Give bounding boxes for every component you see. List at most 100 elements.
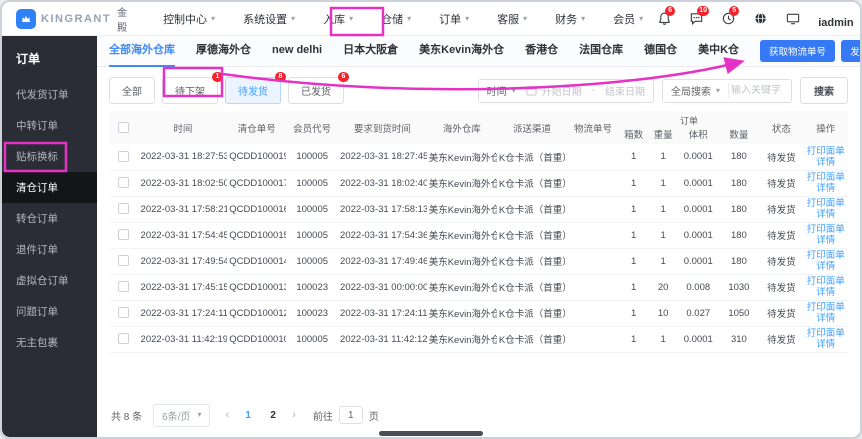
warehouse-tab[interactable]: 美中K仓 — [698, 36, 739, 67]
col-header-status: 状态 — [759, 111, 804, 144]
sidebar-item[interactable]: 中转订单 — [2, 110, 97, 141]
clock-icon[interactable]: 5 — [721, 6, 740, 26]
warehouse-tab[interactable]: 法国仓库 — [579, 36, 623, 67]
cell-weight: 1 — [648, 170, 678, 197]
action-link[interactable]: 打印面单 — [806, 328, 846, 339]
warehouse-tab[interactable]: new delhi — [272, 36, 322, 67]
action-link[interactable]: 打印面单 — [806, 276, 846, 287]
cell-status: 待发货 — [759, 144, 804, 171]
chat-icon[interactable]: 10 — [689, 6, 709, 26]
topnav-menu-item[interactable]: 系统设置 ▾ — [243, 11, 295, 27]
warehouse-tab[interactable]: 厚德海外仓 — [196, 36, 251, 67]
globe-icon[interactable] — [753, 11, 768, 26]
row-checkbox[interactable] — [118, 281, 130, 293]
cell-actions: 打印面单 详情 — [803, 300, 848, 327]
time-type-select[interactable]: 时间 ▾ — [479, 83, 524, 98]
date-range-picker[interactable]: 开始日期 - 结束日期 — [524, 83, 653, 98]
action-link[interactable]: 打印面单 — [806, 302, 846, 313]
page-number[interactable]: 2 — [267, 410, 279, 421]
brand-name: KINGRANT — [41, 12, 112, 25]
col-header-tracking: 物流单号 — [567, 111, 619, 144]
sidebar-item[interactable]: 问题订单 — [2, 296, 97, 327]
action-link[interactable]: 详情 — [806, 287, 846, 298]
topnav-menu-label: 订单 — [439, 13, 462, 26]
sidebar-item[interactable]: 无主包裹 — [2, 327, 97, 358]
row-checkbox[interactable] — [118, 333, 130, 345]
warehouse-tabbar: 全部海外仓库 厚德海外仓 new delhi 日本大阪倉 美东Kevin海外仓 香港仓 法国… — [97, 36, 860, 67]
cell-time: 2022-03-31 18:02:50 — [138, 170, 228, 197]
action-link[interactable]: 打印面单 — [806, 146, 846, 157]
cell-time: 2022-03-31 18:27:53 — [138, 144, 228, 171]
cell-qty: 1030 — [718, 274, 760, 301]
action-button[interactable]: 发货 — [841, 40, 860, 62]
topnav-menu-item[interactable]: 客服 ▾ — [497, 11, 527, 27]
status-filter-button[interactable]: 已发货 6 — [288, 72, 349, 104]
app-window: KINGRANT 金殿 控制中心 ▾ 系统设置 ▾ 入库 ▾ 仓储 ▾ 订单 ▾ 客服 ▾ 财务 ▾ 会员 ▾… — [0, 0, 862, 439]
action-button[interactable]: 获取物流单号 — [760, 40, 836, 62]
action-link[interactable]: 打印面单 — [806, 198, 846, 209]
search-button[interactable]: 搜索 — [800, 77, 848, 104]
action-link[interactable]: 详情 — [806, 313, 846, 324]
cell-member: 100005 — [286, 326, 339, 353]
row-checkbox[interactable] — [118, 203, 130, 215]
per-page-select[interactable]: 6条/页 ▾ — [153, 403, 211, 427]
col-header-order-no: 清仓单号 — [227, 111, 287, 144]
topnav-menu-item[interactable]: 控制中心 ▾ — [163, 11, 215, 27]
action-link[interactable]: 详情 — [806, 339, 846, 350]
warehouse-tab[interactable]: 全部海外仓库 — [109, 36, 175, 67]
topnav-menu-item[interactable]: 会员 ▾ — [613, 11, 643, 27]
cell-channel: K仓卡派（首重） — [496, 196, 568, 223]
count-badge: 8 — [275, 72, 286, 82]
topnav-menu-item[interactable]: 财务 ▾ — [555, 11, 585, 27]
warehouse-tab[interactable]: 香港仓 — [525, 36, 558, 67]
cell-warehouse: 美东Kevin海外仓 — [426, 170, 497, 197]
action-link[interactable]: 详情 — [806, 183, 846, 194]
action-link[interactable]: 详情 — [806, 261, 846, 272]
action-link[interactable]: 打印面单 — [806, 224, 846, 235]
sidebar-item[interactable]: 贴标换标 — [2, 141, 97, 172]
action-link[interactable]: 详情 — [806, 235, 846, 246]
cell-status: 待发货 — [759, 196, 804, 223]
table-row: 2022-03-31 17:49:54 QCDD100014 100005 2022-… — [109, 248, 848, 275]
sidebar-item[interactable]: 代发货订单 — [2, 79, 97, 110]
cell-boxes: 1 — [618, 222, 649, 249]
topnav-menu-item[interactable]: 入库 ▾ — [323, 11, 353, 27]
action-link[interactable]: 详情 — [806, 157, 846, 168]
row-checkbox[interactable] — [118, 151, 130, 163]
topnav-menu-item[interactable]: 订单 ▾ — [439, 11, 469, 27]
warehouse-tab[interactable]: 日本大阪倉 — [343, 36, 398, 67]
cell-volume: 0.0001 — [677, 144, 719, 171]
sidebar-item[interactable]: 虚拟仓订单 — [2, 265, 97, 296]
sidebar-item[interactable]: 清仓订单 — [2, 172, 97, 203]
cell-tracking — [567, 144, 619, 171]
status-filter-button[interactable]: 待发货 8 — [225, 72, 286, 104]
goto-page-input[interactable] — [338, 406, 363, 424]
page-number[interactable]: 1 — [242, 410, 254, 421]
search-scope-select[interactable]: 全局搜索 ▾ — [663, 83, 729, 98]
row-checkbox[interactable] — [118, 229, 130, 241]
select-all-checkbox[interactable] — [118, 121, 130, 133]
status-filter-button[interactable]: 待下架 1 — [162, 72, 223, 104]
cell-weight: 1 — [648, 144, 678, 171]
sidebar-item[interactable]: 退件订单 — [2, 234, 97, 265]
monitor-icon[interactable] — [785, 11, 801, 26]
row-checkbox[interactable] — [118, 307, 130, 319]
warehouse-tab[interactable]: 美东Kevin海外仓 — [419, 36, 504, 67]
col-header-time: 时间 — [138, 111, 228, 144]
topnav-menu-item[interactable]: 仓储 ▾ — [381, 11, 411, 27]
prev-page-button[interactable]: ‹ — [225, 409, 229, 421]
sidebar-item[interactable]: 转仓订单 — [2, 203, 97, 234]
bell-icon[interactable]: 6 — [657, 6, 676, 26]
next-page-button[interactable]: › — [292, 409, 296, 421]
action-link[interactable]: 打印面单 — [806, 250, 846, 261]
cell-warehouse: 美东Kevin海外仓 — [426, 248, 497, 275]
action-link[interactable]: 详情 — [806, 209, 846, 220]
action-link[interactable]: 打印面单 — [806, 172, 846, 183]
warehouse-tab[interactable]: 德国仓 — [644, 36, 677, 67]
status-filter-button[interactable]: 全部 — [109, 77, 155, 104]
row-checkbox[interactable] — [118, 255, 130, 267]
cell-qty: 180 — [718, 196, 760, 223]
keyword-input[interactable] — [729, 85, 791, 96]
cell-time: 2022-03-31 17:49:54 — [138, 248, 228, 275]
row-checkbox[interactable] — [118, 177, 130, 189]
